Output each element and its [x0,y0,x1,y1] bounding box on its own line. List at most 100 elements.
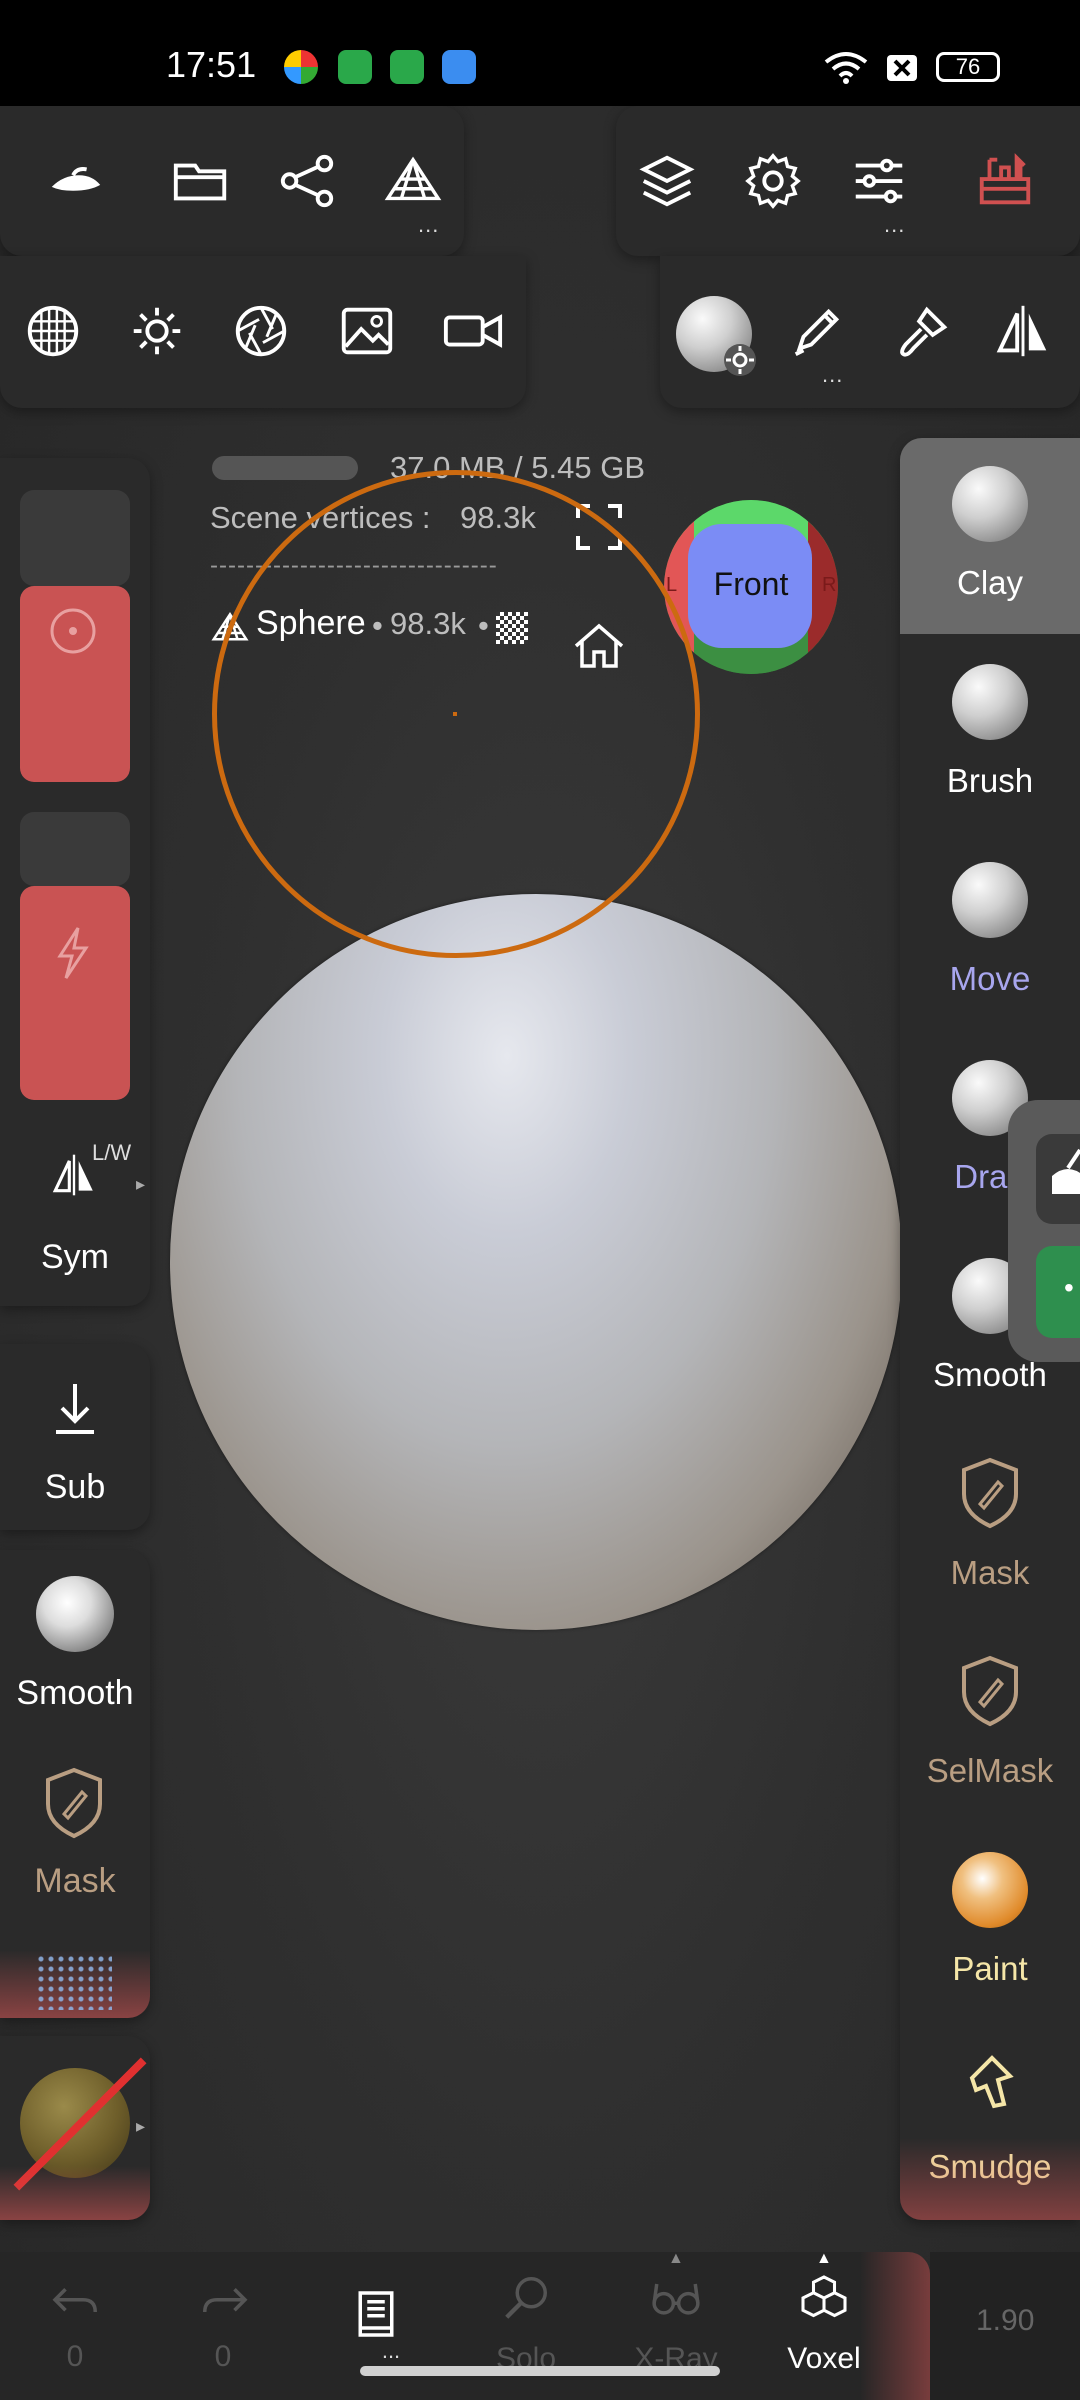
xray-button[interactable] [626,2270,726,2331]
mask-shield-icon[interactable] [42,1766,106,1840]
layers-icon [639,155,695,207]
smooth-shortcut-button[interactable] [36,1576,114,1652]
value-readout: 1.90 [976,2304,1035,2337]
sub-toggle-button[interactable]: Sub [0,1344,150,1530]
brush-brush[interactable]: Brush [900,636,1080,834]
sculpt-logo-icon [51,167,101,191]
sliders-icon [855,158,903,204]
gesture-bar[interactable] [360,2366,720,2376]
sym-hint: L/W [92,1140,132,1165]
dotted-mask-icon[interactable] [36,1954,112,2010]
quick-mask-label: Mask [34,1862,116,1900]
app-menu-button[interactable] [30,136,120,226]
settings-button[interactable] [728,136,818,226]
left-slider-panel: L/W ▸ Sym [0,458,150,1306]
share-nodes-icon [280,154,334,208]
scene-button[interactable] [262,136,352,226]
view-cube-right-letter: R [822,574,837,596]
brush-mask-icon [952,1456,1028,1532]
mirror-icon [996,305,1047,357]
brush-paint-icon [952,1852,1028,1928]
brush-label: Mask [950,1554,1030,1591]
magnifier-icon [505,2277,547,2319]
brush-selmask[interactable]: SelMask [900,1626,1080,1824]
material-expand-icon[interactable]: ▸ [136,2116,145,2137]
radius-target-icon [50,608,96,654]
sub-label: Sub [44,1468,106,1506]
redo-icon [203,2288,248,2313]
brush-brush-icon [952,664,1028,740]
wallet-notification-icon [442,50,476,84]
undo-icon [52,2288,97,2313]
pen-icon [794,308,840,356]
paint-tool-button[interactable] [878,286,968,376]
voxel-up-caret: ▲ [816,2250,832,2267]
toolbar-settings-panel: ... [616,106,1080,256]
layers-button[interactable] [622,136,712,226]
floating-side-tab[interactable]: • [1008,1100,1080,1362]
glasses-icon [652,2283,700,2315]
brush-paint[interactable]: Paint [900,1824,1080,2022]
sym-expand-icon[interactable]: ▸ [136,1174,145,1195]
toolbar-render-panel [0,256,526,408]
matcap-button[interactable] [8,286,98,376]
memory-usage-bar [212,456,358,480]
camera-settings-button[interactable] [216,286,306,376]
brush-clay[interactable]: Clay [900,438,1080,636]
preferences-more-indicator: ... [884,212,906,237]
arrow-down-icon [56,1384,94,1434]
upload-notification-icon [338,50,372,84]
brush-label: SelMask [926,1752,1054,1789]
more-green-icon: • [1064,1272,1074,1303]
symmetry-tool-button[interactable] [978,286,1068,376]
mesh-pyramid-icon [384,156,442,201]
status-bar [0,0,1080,106]
sun-icon [133,307,181,355]
brush-move[interactable]: Move [900,834,1080,1032]
brush-label: Paint [952,1950,1028,1987]
undo-count: 0 [66,2340,84,2373]
topology-more-indicator: ... [418,212,440,237]
wifi-icon [824,52,868,84]
quick-brush-panel: Smooth Mask [0,1550,150,2018]
book-icon [358,2291,394,2337]
brush-mask[interactable]: Mask [900,1428,1080,1626]
topology-button[interactable] [368,136,458,226]
video-button[interactable] [428,286,518,376]
sphere-model[interactable] [170,894,902,1630]
stroke-button[interactable] [772,286,862,376]
brush-move-icon [952,862,1028,938]
toolbox-icon [979,153,1031,205]
wireframe-more-indicator: ... [381,2338,401,2363]
brush-label: Brush [946,762,1034,799]
brush-selmask-icon [952,1654,1028,1730]
redo-button[interactable] [174,2270,274,2331]
battery-indicator: 76 [936,52,1000,82]
voxel-button[interactable] [774,2270,874,2331]
no-sim-icon [887,55,917,81]
toolbar-file-panel: ... [0,106,464,256]
brush-label: Move [949,960,1031,997]
redo-count: 0 [214,2340,232,2373]
stroke-more-indicator: ... [822,362,844,387]
voxel-label: Voxel [787,2342,861,2375]
undo-button[interactable] [26,2270,126,2331]
clock: 17:51 [166,44,257,85]
wireframe-sphere-icon [27,305,79,357]
voxel-cubes-icon [801,2275,847,2318]
image-icon [341,307,393,355]
material-swatch-panel[interactable]: ▸ [0,2036,150,2220]
files-button[interactable] [156,136,246,226]
brush-settings-gear-icon[interactable] [722,342,758,378]
video-camera-icon [443,314,503,348]
sym-label[interactable]: Sym [0,1238,150,1277]
background-button[interactable] [322,286,412,376]
intensity-slider[interactable] [20,886,130,1100]
tools-button[interactable] [960,136,1050,226]
solo-button[interactable] [476,2270,576,2331]
preferences-button[interactable] [834,136,924,226]
app-notification-icon [284,50,318,84]
lighting-button[interactable] [112,286,202,376]
folder-icon [173,163,227,201]
toolbar-brush-panel: ... [660,256,1080,408]
